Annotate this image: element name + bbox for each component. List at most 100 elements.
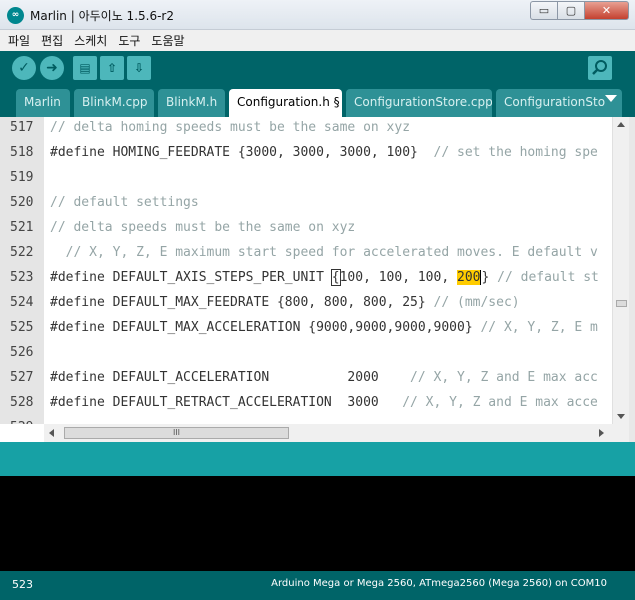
line-number: 529 bbox=[10, 415, 33, 424]
code-comment: // default st bbox=[497, 270, 599, 285]
code-comment: // X, Y, Z, E m bbox=[480, 320, 598, 335]
verify-button[interactable]: ✓ bbox=[12, 56, 36, 80]
current-line-number: 523 bbox=[12, 578, 33, 591]
tab-strip: Marlin BlinkM.cpp BlinkM.h Configuration… bbox=[0, 86, 635, 117]
upload-button[interactable]: ➜ bbox=[40, 56, 64, 80]
code-token: #define DEFAULT_RETRACT_ACCELERATION 300… bbox=[50, 395, 403, 410]
line-number: 525 bbox=[10, 320, 34, 335]
line-number: 517 bbox=[10, 120, 34, 135]
code-token: #define DEFAULT_MAX_FEEDRATE {800, 800, … bbox=[50, 295, 434, 310]
title-bar[interactable]: ∞ Marlin | 아두이노 1.5.6-r2 ▭ ▢ ✕ bbox=[0, 0, 635, 30]
vertical-scrollbar[interactable] bbox=[612, 117, 629, 424]
menu-bar: 파일 편집 스케치 도구 도움말 bbox=[0, 30, 635, 51]
code-text: #define DEFAULT_RETRACT_ACCELERATION 300… bbox=[50, 390, 598, 415]
menu-sketch[interactable]: 스케치 bbox=[74, 32, 107, 49]
menu-tools[interactable]: 도구 bbox=[118, 32, 140, 49]
message-area bbox=[0, 442, 635, 476]
code-comment: // X, Y, Z, E maximum start speed for ac… bbox=[50, 245, 598, 260]
tab-marlin[interactable]: Marlin bbox=[16, 89, 70, 117]
line-number: 524 bbox=[10, 295, 34, 310]
code-comment: // set the homing spe bbox=[433, 145, 598, 160]
menu-help[interactable]: 도움말 bbox=[151, 32, 184, 49]
code-comment: // delta homing speeds must be the same … bbox=[50, 120, 411, 135]
code-line[interactable]: 520 // default settings bbox=[0, 190, 612, 215]
serial-monitor-button[interactable] bbox=[588, 56, 612, 80]
arrow-right-icon: ➜ bbox=[46, 60, 58, 76]
menu-file[interactable]: 파일 bbox=[8, 32, 30, 49]
console-output[interactable] bbox=[0, 476, 635, 571]
selected-text: 200 bbox=[457, 270, 481, 285]
code-line[interactable]: 529 bbox=[0, 415, 612, 424]
line-number: 527 bbox=[10, 370, 34, 385]
line-number: 522 bbox=[10, 245, 34, 260]
code-line[interactable]: 526 bbox=[0, 340, 612, 365]
tab-menu-chevron-down-icon[interactable] bbox=[605, 95, 617, 102]
horizontal-scroll-thumb[interactable]: III bbox=[64, 427, 289, 439]
code-comment: // X, Y, Z and E max acce bbox=[402, 395, 598, 410]
close-button[interactable]: ✕ bbox=[584, 1, 629, 20]
line-number: 523 bbox=[10, 270, 34, 285]
code-editor[interactable]: 517 // delta homing speeds must be the sa… bbox=[0, 117, 612, 424]
horizontal-scrollbar[interactable]: III bbox=[44, 424, 612, 442]
tab-configurationstore-h[interactable]: ConfigurationSto bbox=[496, 89, 622, 117]
tab-configuration-h[interactable]: Configuration.h § bbox=[229, 89, 342, 117]
line-number: 519 bbox=[10, 170, 34, 185]
code-line[interactable]: 517 // delta homing speeds must be the sa… bbox=[0, 117, 612, 140]
code-line[interactable]: 528 #define DEFAULT_RETRACT_ACCELERATION … bbox=[0, 390, 612, 415]
code-text: #define DEFAULT_MAX_FEEDRATE {800, 800, … bbox=[50, 290, 520, 315]
open-sketch-button[interactable]: ⇧ bbox=[100, 56, 124, 80]
scroll-left-arrow-icon[interactable] bbox=[49, 429, 54, 437]
code-line[interactable]: 524 #define DEFAULT_MAX_FEEDRATE {800, 80… bbox=[0, 290, 612, 315]
code-line[interactable]: 518 #define HOMING_FEEDRATE {3000, 3000, … bbox=[0, 140, 612, 165]
code-comment: // delta speeds must be the same on xyz bbox=[50, 220, 356, 235]
code-line[interactable]: 527 #define DEFAULT_ACCELERATION 2000 // … bbox=[0, 365, 612, 390]
maximize-button[interactable]: ▢ bbox=[557, 1, 584, 20]
code-text: // delta speeds must be the same on xyz bbox=[50, 215, 355, 240]
arrow-down-icon: ⇩ bbox=[133, 61, 145, 75]
scrollbar-corner bbox=[612, 424, 629, 442]
scroll-right-arrow-icon[interactable] bbox=[599, 429, 604, 437]
toolbar: ✓ ➜ ▤ ⇧ ⇩ bbox=[0, 51, 635, 86]
code-line[interactable]: 523 #define DEFAULT_AXIS_STEPS_PER_UNIT {… bbox=[0, 265, 612, 290]
line-number: 520 bbox=[10, 195, 34, 210]
code-line[interactable]: 519 bbox=[0, 165, 612, 190]
code-comment: // (mm/sec) bbox=[433, 295, 520, 310]
code-text: // default settings bbox=[50, 190, 199, 215]
menu-edit[interactable]: 편집 bbox=[41, 32, 63, 49]
code-text: #define DEFAULT_MAX_ACCELERATION {9000,9… bbox=[50, 315, 598, 340]
window-controls: ▭ ▢ ✕ bbox=[530, 1, 629, 20]
scroll-grip-icon: III bbox=[172, 428, 181, 437]
save-sketch-button[interactable]: ⇩ bbox=[127, 56, 151, 80]
code-token: #define DEFAULT_ACCELERATION 2000 bbox=[50, 370, 411, 385]
code-line[interactable]: 521 // delta speeds must be the same on x… bbox=[0, 215, 612, 240]
arrow-up-icon: ⇧ bbox=[106, 61, 118, 75]
code-text: #define DEFAULT_AXIS_STEPS_PER_UNIT {100… bbox=[50, 265, 599, 290]
code-text: #define HOMING_FEEDRATE {3000, 3000, 300… bbox=[50, 140, 598, 165]
scroll-down-arrow-icon[interactable] bbox=[617, 414, 625, 419]
code-token: 100, 100, 100, bbox=[339, 270, 457, 285]
tab-blinkm-h[interactable]: BlinkM.h bbox=[158, 89, 225, 117]
code-text: // delta homing speeds must be the same … bbox=[50, 117, 410, 140]
code-comment: // X, Y, Z and E max acc bbox=[410, 370, 598, 385]
line-number: 518 bbox=[10, 145, 34, 160]
new-file-icon: ▤ bbox=[79, 61, 91, 75]
vertical-scroll-thumb[interactable] bbox=[616, 300, 627, 307]
code-token: { bbox=[330, 269, 341, 286]
tab-configurationstore-cpp[interactable]: ConfigurationStore.cpp bbox=[346, 89, 492, 117]
line-number: 521 bbox=[10, 220, 34, 235]
new-sketch-button[interactable]: ▤ bbox=[73, 56, 97, 80]
code-line[interactable]: 522 // X, Y, Z, E maximum start speed fo… bbox=[0, 240, 612, 265]
scroll-up-arrow-icon[interactable] bbox=[617, 122, 625, 127]
line-number: 526 bbox=[10, 345, 34, 360]
window-title: Marlin | 아두이노 1.5.6-r2 bbox=[30, 9, 174, 23]
minimize-button[interactable]: ▭ bbox=[530, 1, 557, 20]
code-line[interactable]: 525 #define DEFAULT_MAX_ACCELERATION {900… bbox=[0, 315, 612, 340]
magnifier-icon bbox=[592, 60, 607, 75]
code-token: #define DEFAULT_MAX_ACCELERATION {9000,9… bbox=[50, 320, 481, 335]
tab-blinkm-cpp[interactable]: BlinkM.cpp bbox=[74, 89, 154, 117]
line-number: 528 bbox=[10, 395, 34, 410]
outer-scrollbar-track bbox=[629, 117, 635, 442]
status-bar: 523 Arduino Mega or Mega 2560, ATmega256… bbox=[0, 571, 635, 600]
board-port-info: Arduino Mega or Mega 2560, ATmega2560 (M… bbox=[271, 578, 607, 589]
